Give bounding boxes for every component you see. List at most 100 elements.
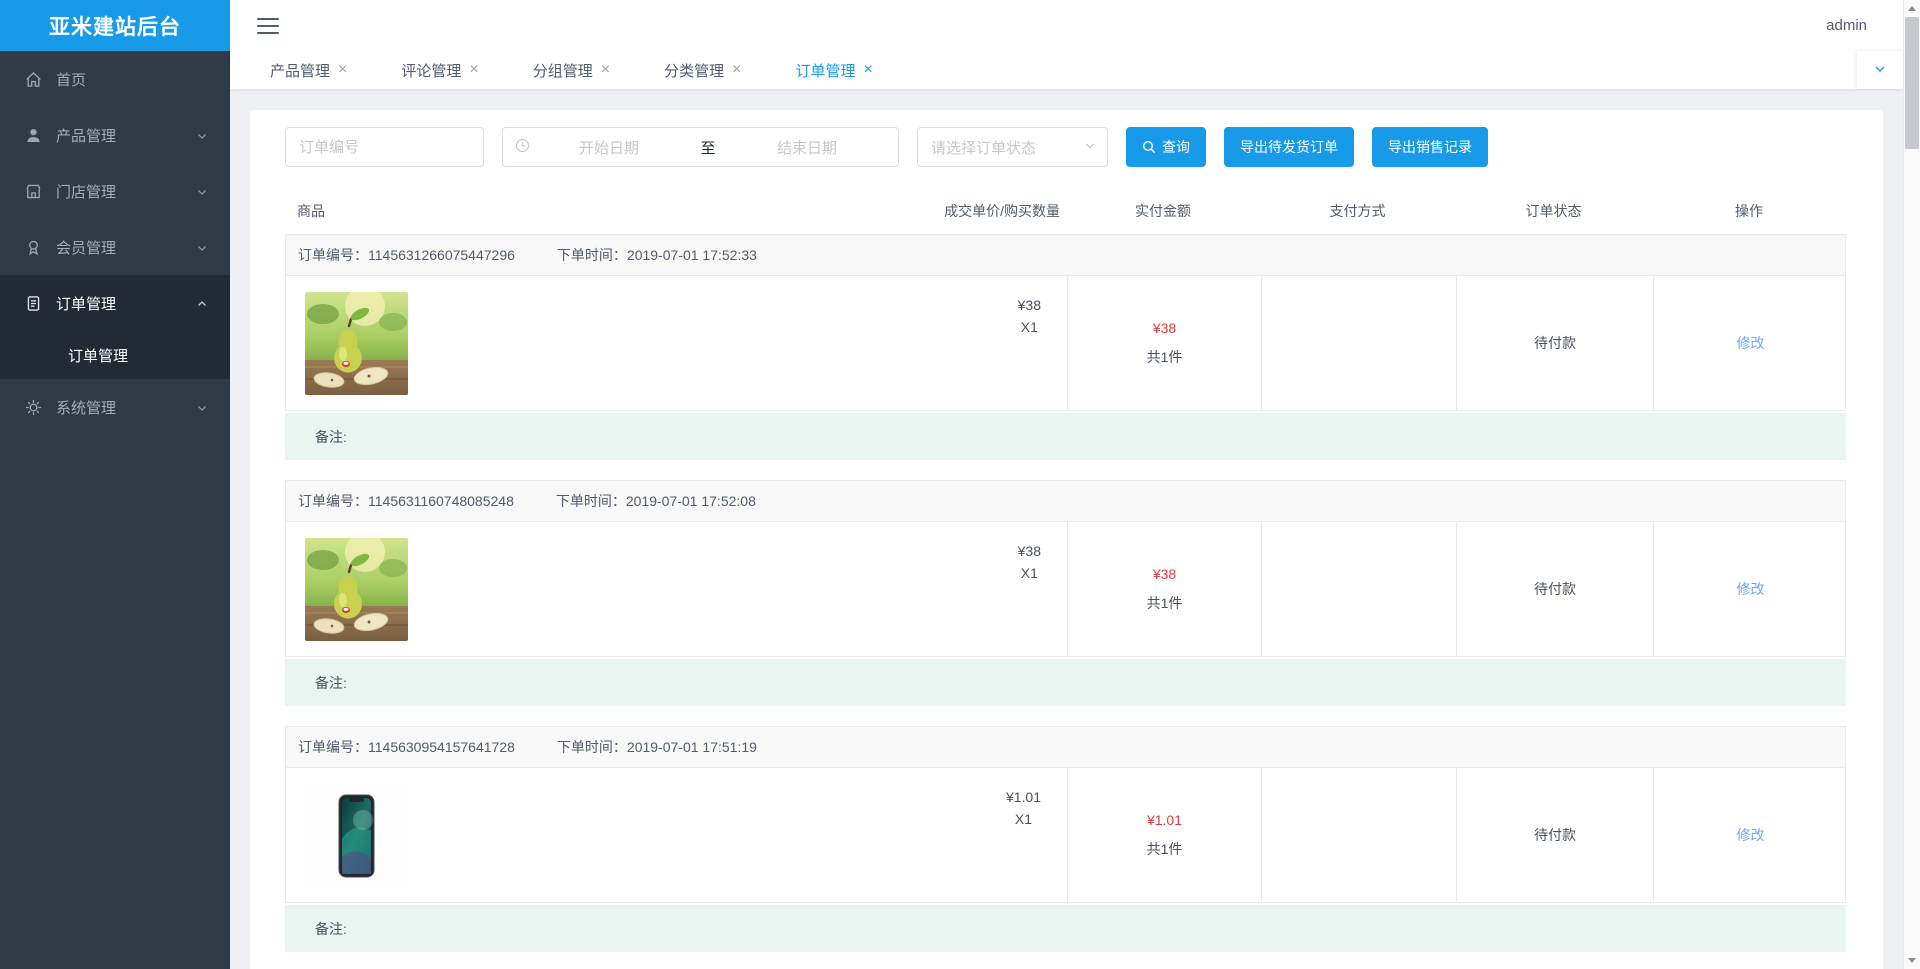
pear-product-image <box>305 292 408 395</box>
sidebar-item-stores[interactable]: 门店管理 <box>0 163 230 219</box>
tab-comment-management[interactable]: 评论管理 × <box>374 51 505 89</box>
action-cell: 修改 <box>1653 522 1847 656</box>
unit-price-qty: ¥38 X1 <box>1018 538 1041 584</box>
scroll-down-arrow[interactable] <box>1904 952 1920 969</box>
table-header-row: 商品 成交单价/购买数量 实付金额 支付方式 订单状态 操作 <box>285 201 1846 221</box>
order-group: 订单编号： 1145630954157641728 下单时间： 2019-07-… <box>285 726 1846 952</box>
chevron-up-icon <box>196 297 208 309</box>
sidebar-item-label: 订单管理 <box>56 295 117 313</box>
paid-amount-cell: ¥38 共1件 <box>1067 276 1261 410</box>
edit-link[interactable]: 修改 <box>1737 825 1765 845</box>
order-row: ¥38 X1 ¥38 共1件 待付款 修改 <box>285 276 1846 411</box>
product-cell: ¥38 X1 <box>286 522 1067 656</box>
order-status-cell: 待付款 <box>1456 522 1653 656</box>
phone-product-image <box>305 784 408 887</box>
tabs-bar: 产品管理 × 评论管理 × 分组管理 × 分类管理 × 订单管理 × <box>230 51 1903 89</box>
pay-method-cell <box>1261 522 1456 656</box>
order-group-header: 订单编号： 1145631160748085248 下单时间： 2019-07-… <box>285 480 1846 522</box>
close-icon[interactable]: × <box>601 62 610 78</box>
quantity: X1 <box>1020 319 1038 335</box>
order-status-select[interactable]: 请选择订单状态 <box>917 127 1108 167</box>
close-icon[interactable]: × <box>732 62 741 78</box>
order-status-cell: 待付款 <box>1456 276 1653 410</box>
vertical-scrollbar[interactable] <box>1903 0 1920 969</box>
quantity: X1 <box>1020 565 1038 581</box>
chevron-down-icon <box>196 401 208 413</box>
order-no-value: 1145631266075447296 <box>368 247 515 263</box>
order-group-header: 订单编号： 1145631266075447296 下单时间： 2019-07-… <box>285 234 1846 276</box>
product-image[interactable] <box>305 292 408 395</box>
action-cell: 修改 <box>1653 276 1847 410</box>
start-date-placeholder: 开始日期 <box>578 139 639 157</box>
close-icon[interactable]: × <box>469 62 478 78</box>
sidebar-item-label: 首页 <box>56 71 87 89</box>
order-no-label: 订单编号： <box>298 739 368 755</box>
unit-price-qty: ¥1.01 X1 <box>1006 784 1041 830</box>
remark-row: 备注: <box>285 413 1846 460</box>
sidebar-menu: 首页 产品管理 门店管理 会员管理 订单管理 订单管理 系统管理 <box>0 51 230 969</box>
close-icon[interactable]: × <box>863 62 872 78</box>
content-area: 开始日期 至 结束日期 请选择订单状态 <box>230 89 1903 969</box>
order-doc-icon <box>24 294 43 313</box>
remark-row: 备注: <box>285 659 1846 706</box>
home-icon <box>24 70 43 89</box>
sidebar-item-orders[interactable]: 订单管理 <box>0 275 230 331</box>
paid-amount: ¥38 <box>1152 319 1177 336</box>
chevron-down-icon <box>1083 139 1097 156</box>
select-placeholder: 请选择订单状态 <box>931 139 1037 157</box>
order-time-value: 2019-07-01 17:52:08 <box>625 493 756 509</box>
edit-link[interactable]: 修改 <box>1737 333 1765 353</box>
status-badge: 待付款 <box>1534 581 1576 597</box>
order-time-value: 2019-07-01 17:52:33 <box>626 247 757 263</box>
edit-link[interactable]: 修改 <box>1737 579 1765 599</box>
tabs-dropdown-button[interactable] <box>1857 51 1903 89</box>
sidebar-item-products[interactable]: 产品管理 <box>0 107 230 163</box>
remark-row: 备注: <box>285 905 1846 952</box>
paid-amount-cell: ¥38 共1件 <box>1067 522 1261 656</box>
col-header-pay-method: 支付方式 <box>1329 203 1386 219</box>
tab-category-management[interactable]: 分类管理 × <box>637 51 768 89</box>
date-range-picker[interactable]: 开始日期 至 结束日期 <box>502 127 899 167</box>
sidebar: 亚米建站后台 首页 产品管理 门店管理 会员管理 订单管理 订单管理 系统管理 <box>0 0 230 969</box>
col-header-unit-price-qty: 成交单价/购买数量 <box>944 203 1060 219</box>
product-image[interactable] <box>305 538 408 641</box>
sidebar-item-label: 会员管理 <box>56 239 117 257</box>
chevron-down-icon <box>196 241 208 253</box>
user-icon <box>24 126 43 145</box>
chevron-down-icon <box>196 129 208 141</box>
order-no-value: 1145631160748085248 <box>368 493 514 509</box>
tab-order-management[interactable]: 订单管理 × <box>768 51 899 89</box>
sidebar-item-label: 系统管理 <box>56 399 117 417</box>
close-icon[interactable]: × <box>338 62 347 78</box>
order-status-cell: 待付款 <box>1456 768 1653 902</box>
remark-label: 备注: <box>315 674 347 691</box>
order-no-label: 订单编号： <box>298 247 368 263</box>
current-user[interactable]: admin <box>1826 17 1867 34</box>
paid-amount: ¥1.01 <box>1146 811 1183 828</box>
order-group: 订单编号： 1145631266075447296 下单时间： 2019-07-… <box>285 234 1846 460</box>
scroll-up-arrow[interactable] <box>1904 0 1920 17</box>
sidebar-subitem-label: 订单管理 <box>68 347 129 365</box>
order-no-input[interactable] <box>285 127 484 167</box>
pear-product-image <box>305 538 408 641</box>
search-icon <box>1142 140 1156 154</box>
search-button[interactable]: 查询 <box>1126 127 1206 167</box>
order-time-label: 下单时间： <box>556 739 627 755</box>
sidebar-item-system[interactable]: 系统管理 <box>0 379 230 435</box>
topbar: admin <box>230 0 1903 51</box>
sidebar-item-members[interactable]: 会员管理 <box>0 219 230 275</box>
item-count: 共1件 <box>1146 348 1183 365</box>
product-image[interactable] <box>305 784 408 887</box>
chevron-down-icon <box>196 185 208 197</box>
sidebar-item-home[interactable]: 首页 <box>0 51 230 107</box>
export-sales-records-button[interactable]: 导出销售记录 <box>1372 127 1488 167</box>
order-row: ¥38 X1 ¥38 共1件 待付款 修改 <box>285 522 1846 657</box>
tab-group-management[interactable]: 分组管理 × <box>506 51 637 89</box>
export-pending-orders-button[interactable]: 导出待发货订单 <box>1224 127 1354 167</box>
tab-product-management[interactable]: 产品管理 × <box>243 51 374 89</box>
gear-icon <box>24 398 43 417</box>
sidebar-subitem-order-management[interactable]: 订单管理 <box>0 331 230 379</box>
product-cell: ¥1.01 X1 <box>286 768 1067 902</box>
scrollbar-thumb[interactable] <box>1905 17 1919 149</box>
hamburger-menu-icon[interactable] <box>257 17 279 34</box>
